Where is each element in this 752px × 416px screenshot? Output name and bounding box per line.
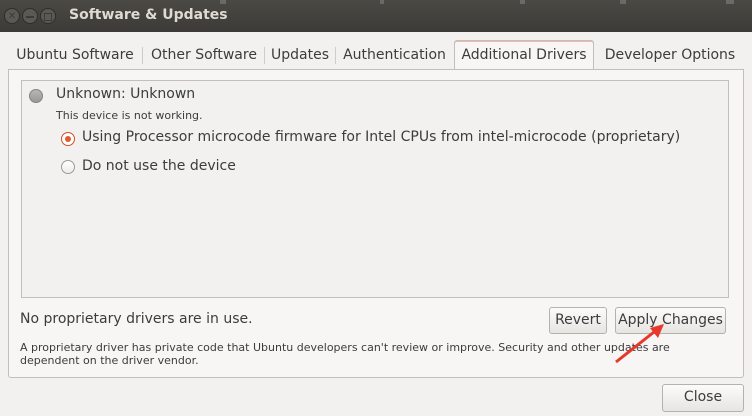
title-bar-artifact	[620, 0, 626, 4]
device-radio[interactable]	[29, 89, 43, 103]
window-minimize-button[interactable]	[22, 8, 38, 24]
driver-status-text: No proprietary drivers are in use.	[20, 311, 253, 327]
title-bar-artifact	[520, 0, 525, 4]
option-radio-do-not-use[interactable]	[61, 160, 75, 174]
tab-other-software[interactable]: Other Software	[143, 41, 265, 69]
tab-authentication[interactable]: Authentication	[336, 41, 453, 69]
revert-button[interactable]: Revert	[549, 307, 607, 334]
window-maximize-button[interactable]	[40, 8, 56, 24]
option-radio-microcode[interactable]	[61, 132, 75, 146]
option-label-do-not-use[interactable]: Do not use the device	[82, 158, 236, 174]
device-name: Unknown: Unknown	[56, 86, 196, 102]
software-updates-window: ✕ Software & Updates Ubuntu Software Oth…	[0, 0, 752, 416]
device-status: This device is not working.	[56, 109, 203, 122]
annotation-arrow-icon	[615, 324, 664, 364]
tab-ubuntu-software[interactable]: Ubuntu Software	[8, 41, 142, 69]
title-bar-artifact	[380, 0, 384, 4]
minimize-icon	[26, 16, 34, 18]
window-title: Software & Updates	[69, 7, 228, 23]
tab-developer-options[interactable]: Developer Options	[596, 41, 744, 69]
title-bar-artifact	[220, 0, 226, 4]
close-button[interactable]: Close	[662, 384, 744, 412]
tab-bar: Ubuntu Software Other Software Updates A…	[8, 40, 744, 70]
drivers-list: Unknown: Unknown This device is not work…	[21, 80, 729, 298]
option-label-microcode[interactable]: Using Processor microcode firmware for I…	[82, 129, 680, 145]
close-icon: ✕	[7, 11, 17, 22]
maximize-icon	[44, 13, 52, 21]
tab-additional-drivers[interactable]: Additional Drivers	[454, 40, 594, 70]
title-bar: ✕ Software & Updates	[0, 0, 752, 32]
window-close-button[interactable]: ✕	[4, 8, 20, 24]
tab-updates[interactable]: Updates	[265, 41, 335, 69]
title-bar-artifact	[726, 0, 734, 4]
